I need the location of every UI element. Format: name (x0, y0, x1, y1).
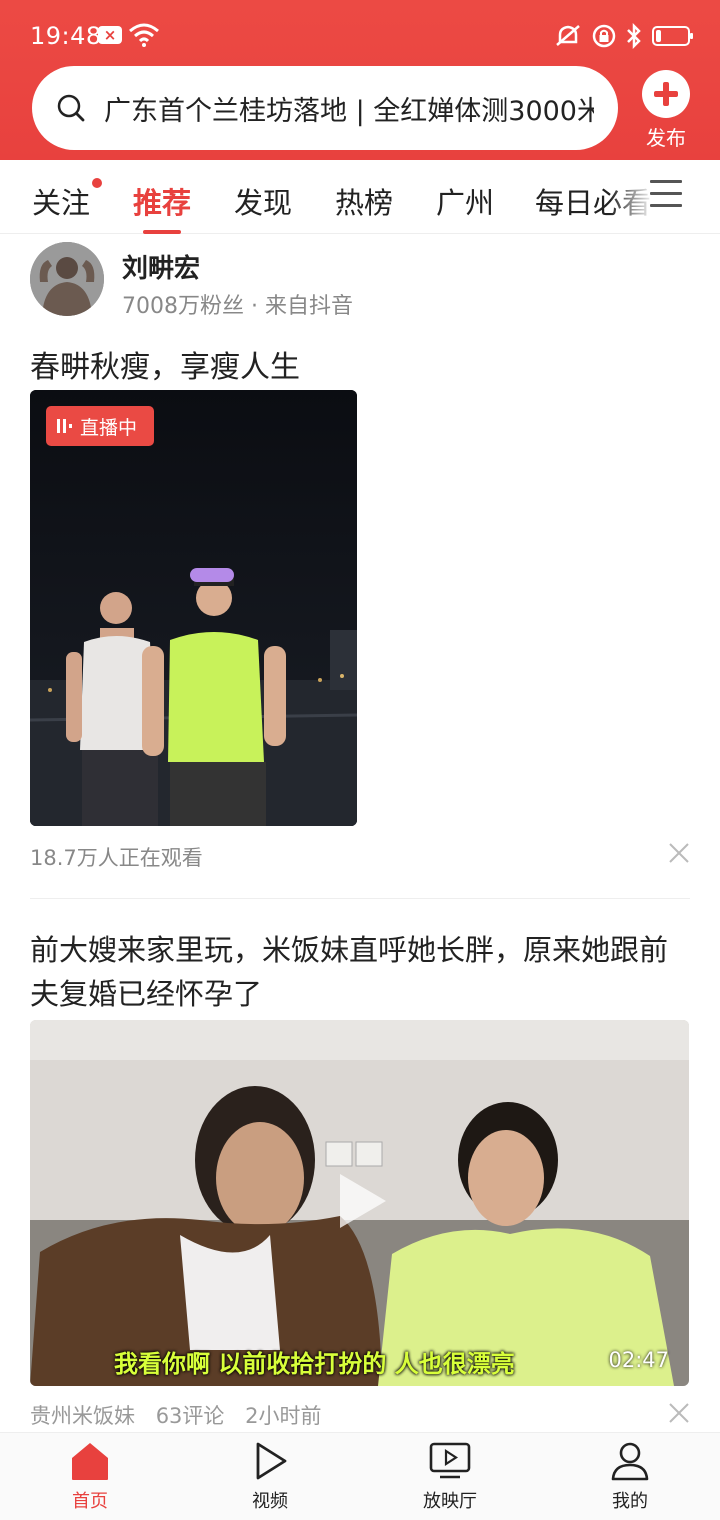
nav-video[interactable]: 视频 (215, 1441, 325, 1513)
bluetooth-icon (627, 23, 641, 49)
search-input[interactable]: 广东首个兰桂坊落地 | 全红婵体测3000米 (32, 66, 618, 150)
nav-label: 首页 (72, 1491, 108, 1512)
tab-hot-list[interactable]: 热榜 (335, 180, 393, 222)
live-video-frame (30, 390, 357, 826)
active-tab-indicator (143, 230, 182, 234)
video-duration: 02:47 (608, 1348, 669, 1372)
nav-label: 我的 (612, 1491, 648, 1512)
post-title[interactable]: 春畊秋瘦，享瘦人生 (30, 342, 300, 386)
post-title[interactable]: 前大嫂来家里玩，米饭妹直呼她长胖，原来她跟前夫复婚已经怀孕了 (30, 928, 690, 1016)
wifi-icon (129, 23, 159, 47)
post-author[interactable]: 刘畊宏 7008万粉丝 · 来自抖音 (30, 242, 690, 322)
live-badge-label: 直播中 (80, 416, 138, 439)
live-video-thumbnail[interactable]: 直播中 (30, 390, 357, 826)
dismiss-close-icon[interactable] (668, 1402, 690, 1424)
live-badge: 直播中 (46, 406, 154, 446)
live-viewer-count: 18.7万人正在观看 (30, 846, 203, 870)
person-icon (611, 1442, 649, 1481)
channel-menu-icon[interactable] (650, 180, 682, 212)
nav-label: 放映厅 (423, 1491, 477, 1512)
status-bar: 19:48 × (0, 0, 720, 72)
avatar-image (30, 242, 104, 316)
tab-guangzhou[interactable]: 广州 (436, 180, 494, 222)
author-meta: 7008万粉丝 · 来自抖音 (122, 294, 353, 319)
tab-label: 发现 (234, 186, 293, 220)
battery-icon (652, 26, 693, 46)
post-source[interactable]: 贵州米饭妹 (30, 1404, 135, 1428)
lock-icon (592, 24, 616, 48)
post-time: 2小时前 (245, 1404, 322, 1428)
play-icon (256, 1442, 287, 1480)
home-icon (72, 1443, 108, 1480)
feed-divider (30, 898, 690, 899)
tab-label: 推荐 (133, 186, 192, 220)
nav-me[interactable]: 我的 (575, 1441, 685, 1513)
dismiss-close-icon[interactable] (668, 842, 690, 864)
comment-count: 63评论 (155, 1404, 225, 1428)
tab-label: 广州 (436, 186, 495, 220)
tab-label: 关注 (32, 186, 91, 220)
play-icon[interactable] (336, 1170, 390, 1232)
live-bars-icon (57, 419, 72, 433)
publish-button[interactable]: 发布 (638, 70, 694, 151)
mute-icon (556, 25, 580, 46)
nav-home[interactable]: 首页 (35, 1441, 145, 1513)
tv-icon (429, 1442, 471, 1479)
tab-discover[interactable]: 发现 (234, 180, 292, 222)
sim-x-icon: × (98, 26, 122, 44)
channel-tabs: 关注 推荐 发现 热榜 广州 每日必看 (0, 160, 720, 234)
plus-icon (642, 70, 690, 118)
app-header: 19:48 × 广东首个兰桂坊落地 | 全红婵体测3000米 发布 (0, 0, 720, 160)
status-time: 19:48 (30, 22, 102, 50)
author-name[interactable]: 刘畊宏 (122, 248, 200, 285)
nav-label: 视频 (252, 1491, 288, 1512)
avatar[interactable] (30, 242, 104, 316)
search-hot-query: 广东首个兰桂坊落地 | 全红婵体测3000米 (104, 95, 594, 127)
notification-dot (92, 178, 103, 188)
bottom-nav: 首页 视频 放映厅 我的 (0, 1432, 720, 1520)
post-meta-line: 贵州米饭妹 63评论 2小时前 (30, 1400, 335, 1430)
status-right-icons (554, 22, 693, 50)
tab-label: 热榜 (335, 186, 394, 220)
nav-cinema[interactable]: 放映厅 (395, 1441, 505, 1513)
video-thumbnail[interactable]: 我看你啊 以前收拾打扮的 人也很漂亮 02:47 (30, 1020, 689, 1386)
publish-label: 发布 (646, 126, 686, 150)
video-subtitle: 我看你啊 以前收拾打扮的 人也很漂亮 (114, 1350, 515, 1378)
search-icon (57, 94, 85, 122)
tab-recommended[interactable]: 推荐 (133, 180, 192, 234)
tab-following[interactable]: 关注 (32, 178, 103, 222)
